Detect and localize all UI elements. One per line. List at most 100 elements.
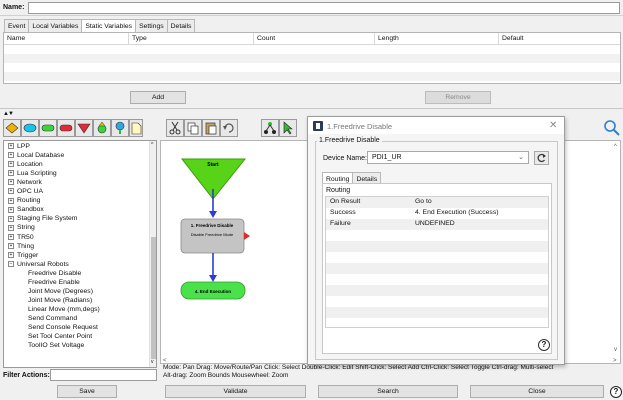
tree-group[interactable]: + OPC UA: [4, 187, 43, 196]
tree-leaf-item[interactable]: Freedrive Enable: [4, 278, 80, 287]
expand-icon[interactable]: +: [8, 152, 14, 159]
scroll-down-icon[interactable]: v: [151, 359, 154, 365]
column-header-name[interactable]: Name: [4, 33, 129, 45]
note-shape-icon[interactable]: [129, 119, 143, 137]
cut-icon[interactable]: [166, 119, 184, 137]
filter-input[interactable]: [50, 369, 157, 381]
tab-event[interactable]: Event: [4, 19, 30, 32]
table-row[interactable]: [4, 63, 620, 72]
actions-tree[interactable]: + LPP + Local Database + Location + Lua Scripti…: [3, 140, 157, 368]
paste-icon[interactable]: [202, 119, 220, 137]
tree-group[interactable]: + Network: [4, 178, 42, 187]
expand-icon[interactable]: +: [8, 215, 14, 222]
copy-icon[interactable]: [184, 119, 202, 137]
routing-goto[interactable]: 4. End Execution (Success): [415, 208, 499, 218]
table-row[interactable]: [4, 72, 620, 81]
column-header-on-result[interactable]: On Result: [330, 197, 360, 207]
triangle-shape-icon[interactable]: [75, 119, 93, 137]
close-icon[interactable]: ✕: [549, 120, 557, 131]
tree-group[interactable]: − Universal Robots: [4, 260, 69, 269]
tree-group[interactable]: + Lua Scripting: [4, 169, 57, 178]
column-header-length[interactable]: Length: [375, 33, 499, 45]
expand-icon[interactable]: +: [8, 170, 14, 177]
red-pill-shape-icon[interactable]: [57, 119, 75, 137]
routing-goto[interactable]: UNDEFINED: [415, 219, 455, 229]
freedrive-disable-dialog[interactable]: 1.Freedrive Disable ✕ 1.Freedrive Disabl…: [307, 116, 565, 365]
tab-settings[interactable]: Settings: [135, 19, 168, 32]
variables-table[interactable]: Name Type Count Length Default: [3, 32, 621, 84]
tree-group[interactable]: + Location: [4, 160, 43, 169]
pointer-select-icon[interactable]: [279, 119, 297, 137]
refresh-button[interactable]: [534, 151, 549, 165]
tree-group[interactable]: + String: [4, 223, 35, 232]
expand-icon[interactable]: +: [8, 197, 14, 204]
remove-button[interactable]: Remove: [425, 91, 491, 104]
expand-icon[interactable]: +: [8, 206, 14, 213]
validate-button[interactable]: Validate: [165, 385, 306, 398]
tree-leaf-item[interactable]: Linear Move (mm,degs): [4, 305, 100, 314]
zoom-magnifier-icon[interactable]: [603, 119, 621, 137]
tree-leaf-item[interactable]: Freedrive Disable: [4, 269, 81, 278]
collapse-arrows-icon[interactable]: ▲▼: [3, 111, 14, 117]
canvas-scroll-down-icon[interactable]: v: [614, 347, 617, 353]
column-header-type[interactable]: Type: [129, 33, 254, 45]
pin-shape-icon[interactable]: [111, 119, 129, 137]
canvas-scroll-right-icon[interactable]: >: [613, 358, 617, 364]
routing-table[interactable]: On Result Go to Success 4. End Execution…: [325, 196, 549, 328]
tree-group[interactable]: + LPP: [4, 142, 30, 151]
green-pill-shape-icon[interactable]: [39, 119, 57, 137]
tree-leaf-item[interactable]: Send Command: [4, 314, 77, 323]
tree-leaf-item[interactable]: Joint Move (Radians): [4, 296, 92, 305]
tree-group[interactable]: + Routing: [4, 196, 40, 205]
name-input[interactable]: [28, 2, 620, 14]
tree-group[interactable]: + Sandbox: [4, 205, 44, 214]
tree-group[interactable]: + Trigger: [4, 251, 38, 260]
column-header-count[interactable]: Count: [254, 33, 375, 45]
search-button[interactable]: Search: [318, 385, 458, 398]
tree-scrollbar[interactable]: ^ v: [149, 141, 156, 367]
dialog-help-button[interactable]: ?: [538, 339, 550, 351]
auto-layout-icon[interactable]: [261, 119, 279, 137]
error-arrowhead[interactable]: [244, 232, 250, 240]
save-button[interactable]: Save: [57, 385, 117, 398]
tree-scroll-thumb[interactable]: [151, 237, 156, 359]
table-row[interactable]: Success 4. End Execution (Success): [326, 208, 548, 219]
panel-divider[interactable]: [0, 108, 623, 109]
canvas-scroll-up-icon[interactable]: ^: [614, 144, 617, 150]
table-row[interactable]: [4, 54, 620, 63]
expand-icon[interactable]: +: [8, 251, 14, 258]
device-name-select[interactable]: PDI1_UR ⌄: [367, 151, 529, 164]
column-header-go-to[interactable]: Go to: [415, 197, 432, 207]
undo-icon[interactable]: [220, 119, 238, 137]
tree-group[interactable]: + Staging File System: [4, 214, 77, 223]
tree-group[interactable]: + Thing: [4, 242, 34, 251]
table-row[interactable]: Failure UNDEFINED: [326, 219, 548, 230]
help-button[interactable]: ?: [610, 386, 622, 398]
tree-group[interactable]: + TR50: [4, 233, 34, 242]
close-button[interactable]: Close: [470, 385, 604, 398]
bulb-shape-icon[interactable]: [93, 119, 111, 137]
expand-icon[interactable]: +: [8, 179, 14, 186]
add-button[interactable]: Add: [130, 91, 186, 104]
diamond-shape-icon[interactable]: [3, 119, 21, 137]
tab-details[interactable]: Details: [166, 19, 196, 32]
ellipse-shape-icon[interactable]: [21, 119, 39, 137]
expand-icon[interactable]: +: [8, 161, 14, 168]
collapse-icon[interactable]: −: [8, 260, 14, 267]
scroll-up-icon[interactable]: ^: [151, 142, 153, 148]
tree-leaf-item[interactable]: Send Console Request: [4, 323, 98, 332]
table-row[interactable]: [4, 45, 620, 54]
tree-group[interactable]: + Local Database: [4, 151, 64, 160]
tab-local-variables[interactable]: Local Variables: [28, 19, 83, 32]
expand-icon[interactable]: +: [8, 233, 14, 240]
tab-static-variables[interactable]: Static Variables: [81, 19, 137, 33]
expand-icon[interactable]: +: [8, 242, 14, 249]
expand-icon[interactable]: +: [8, 143, 14, 150]
expand-icon[interactable]: +: [8, 188, 14, 195]
expand-icon[interactable]: +: [8, 224, 14, 231]
column-header-default[interactable]: Default: [499, 33, 620, 45]
tree-leaf-item[interactable]: Set Tool Center Point: [4, 332, 92, 341]
tree-leaf-item[interactable]: Joint Move (Degrees): [4, 287, 93, 296]
tree-leaf-item[interactable]: ToolIO Set Voltage: [4, 341, 84, 350]
chevron-down-icon[interactable]: ⌄: [518, 153, 524, 161]
